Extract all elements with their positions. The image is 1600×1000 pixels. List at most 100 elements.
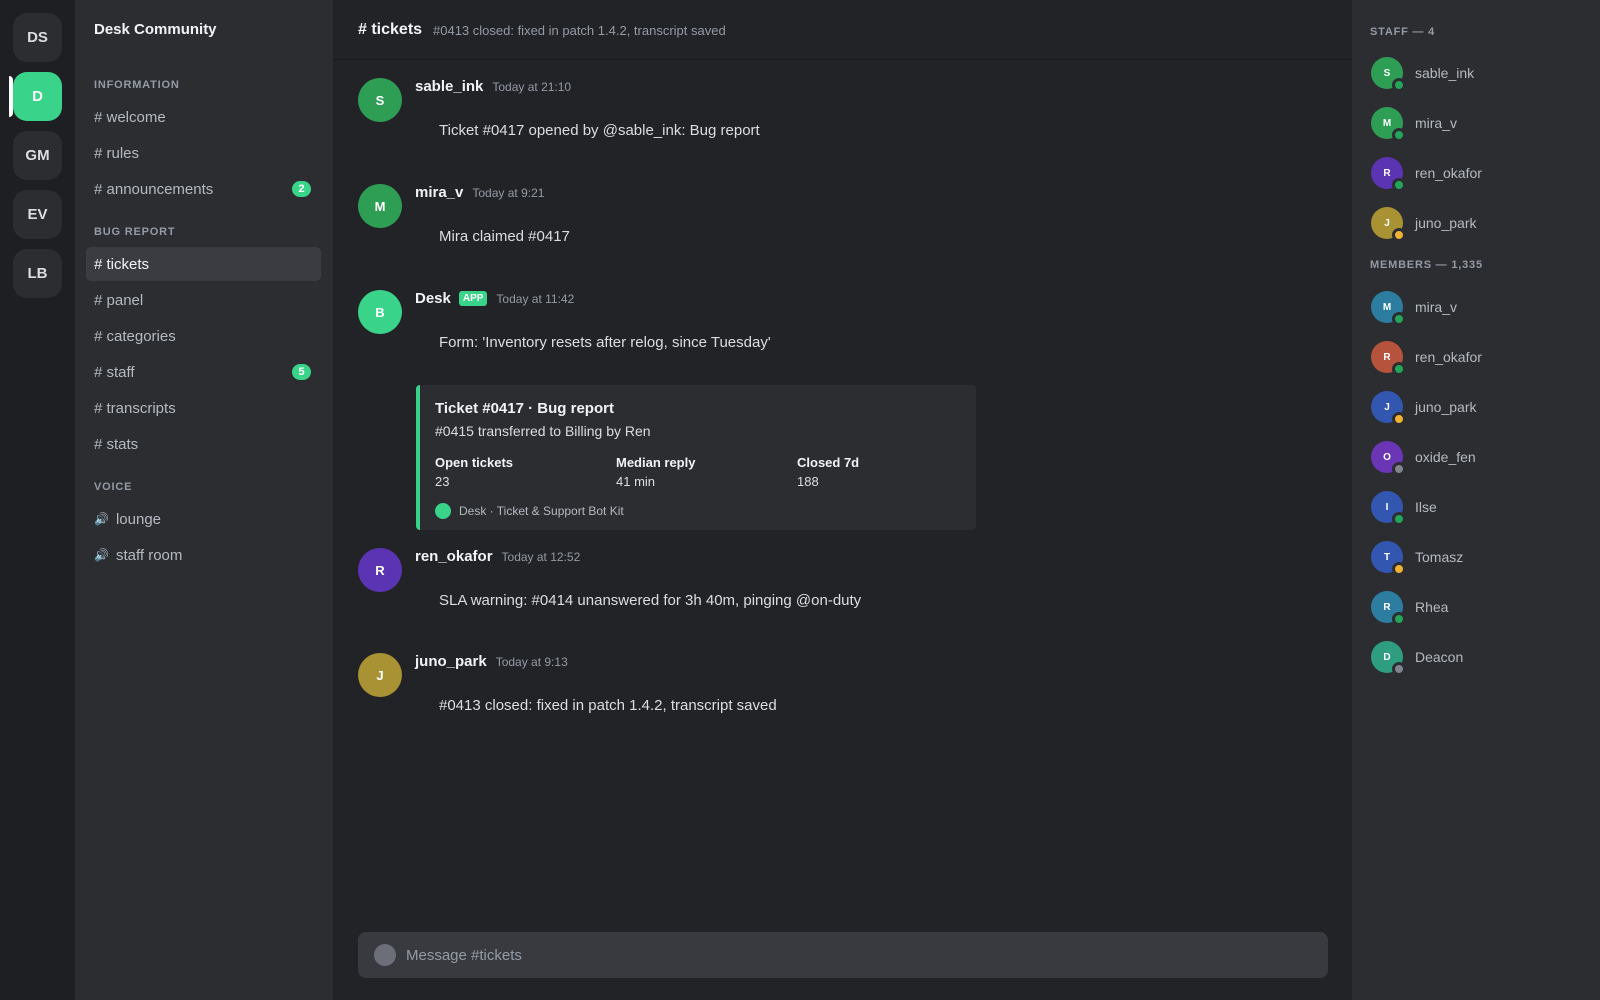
field-name: Median reply [616, 455, 696, 470]
channel-tickets[interactable]: # tickets [86, 247, 321, 281]
bot-avatar[interactable]: B [358, 290, 402, 334]
avatar[interactable]: J [358, 653, 402, 697]
member-item[interactable]: Ssable_ink [1363, 51, 1591, 95]
channel-transcripts[interactable]: # transcripts [86, 391, 321, 425]
author-name[interactable]: juno_park [415, 653, 487, 670]
member-name: mira_v [1415, 115, 1458, 131]
category-bug-report[interactable]: BUG REPORT [94, 226, 175, 238]
embed-footer: Desk · Ticket & Support Bot Kit [435, 503, 624, 519]
avatar: R [1371, 341, 1406, 376]
channel-staff[interactable]: # staff 5 [86, 355, 321, 389]
member-name: Deacon [1415, 649, 1464, 665]
avatar-initial: M [1382, 301, 1392, 313]
category-information[interactable]: INFORMATION [94, 79, 180, 91]
avatar-initial: M [1382, 117, 1392, 129]
member-item[interactable]: Ooxide_fen [1363, 435, 1591, 479]
avatar: O [1371, 441, 1406, 476]
channel-panel[interactable]: # panel [86, 283, 321, 317]
avatar[interactable]: M [358, 184, 402, 228]
avatar: I [1371, 491, 1406, 526]
plus-circle-icon[interactable] [374, 944, 396, 966]
channel-label: # tickets [94, 255, 150, 273]
channel-label: # rules [94, 144, 140, 162]
member-item[interactable]: Rren_okafor [1363, 151, 1591, 195]
server-icon-lb[interactable]: LB [13, 249, 62, 298]
member-name: ren_okafor [1415, 165, 1482, 181]
status-indicator [1392, 128, 1406, 142]
field-value: 188 [797, 474, 819, 489]
message-text: Ticket #0417 opened by @sable_ink: Bug r… [439, 122, 760, 139]
channel-label: # categories [94, 327, 176, 345]
member-name: juno_park [1415, 215, 1477, 231]
member-item[interactable]: R Rhea [1363, 585, 1591, 629]
member-name: mira_v [1415, 299, 1458, 315]
avatar: D [1371, 641, 1406, 676]
member-item[interactable]: Mmira_v [1363, 285, 1591, 329]
server-icon-gm[interactable]: GM [13, 131, 62, 180]
chat-area: # tickets #0413 closed: fixed in patch 1… [333, 0, 1352, 1000]
category-voice[interactable]: VOICE [94, 481, 132, 493]
unread-badge: 2 [292, 181, 311, 197]
message-text: Mira claimed #0417 [439, 228, 570, 245]
avatar-initial: D [1383, 651, 1391, 663]
avatar: S [1371, 57, 1406, 92]
author-name[interactable]: ren_okafor [415, 548, 493, 565]
member-item[interactable]: T Tomasz [1363, 535, 1591, 579]
server-icon-ds[interactable]: DS [13, 13, 62, 62]
server-icon-ev[interactable]: EV [13, 190, 62, 239]
avatar-initial: T [1383, 551, 1391, 563]
timestamp: Today at 11:42 [496, 292, 575, 306]
member-name: ren_okafor [1415, 349, 1482, 365]
channel-label: # announcements [94, 180, 214, 198]
server-icon-desk[interactable]: D [13, 72, 62, 121]
channel-header: # tickets #0413 closed: fixed in patch 1… [333, 0, 1352, 60]
bot-footer-icon [435, 503, 451, 519]
member-item[interactable]: I Ilse [1363, 485, 1591, 529]
author-name[interactable]: mira_v [415, 184, 463, 201]
channel-rules[interactable]: # rules [86, 136, 321, 170]
member-item[interactable]: Jjuno_park [1363, 201, 1591, 245]
server-name[interactable]: Desk Community [94, 21, 217, 38]
channel-stats[interactable]: # stats [86, 427, 321, 461]
avatar-initial: R [1383, 601, 1391, 613]
avatar[interactable]: S [358, 78, 402, 122]
channel-label: lounge [115, 510, 161, 528]
member-item[interactable]: D Deacon [1363, 635, 1591, 679]
author-name[interactable]: sable_ink [415, 78, 483, 95]
avatar-initial: I [1385, 501, 1389, 513]
member-item[interactable]: Jjuno_park [1363, 385, 1591, 429]
author-name[interactable]: Desk [415, 290, 451, 307]
embed-description: #0415 transferred to Billing by Ren [435, 423, 651, 439]
avatar: R [1371, 157, 1406, 192]
status-indicator [1392, 178, 1406, 192]
member-name: Ilse [1415, 499, 1437, 515]
member-name: juno_park [1415, 399, 1477, 415]
channel-label: # panel [94, 291, 144, 309]
channel-announcements[interactable]: # announcements 2 [86, 172, 321, 206]
avatar-initial: O [1383, 451, 1391, 463]
voice-channel-lounge[interactable]: 🔊 lounge [86, 502, 321, 536]
channel-welcome[interactable]: # welcome [86, 100, 321, 134]
channel-categories[interactable]: # categories [86, 319, 321, 353]
channel-label: staff room [115, 546, 183, 564]
message-input[interactable] [406, 932, 1306, 978]
avatar[interactable]: R [358, 548, 402, 592]
embed-field-median-reply: Median reply 41 min [616, 455, 695, 489]
footer-text: Desk · Ticket & Support Bot Kit [459, 504, 624, 518]
channel-label: # staff [94, 363, 135, 381]
avatar-initial: J [1384, 401, 1390, 413]
status-indicator [1392, 462, 1406, 476]
channel-label: # welcome [94, 108, 166, 126]
member-name: Tomasz [1415, 549, 1464, 565]
status-indicator [1392, 362, 1406, 376]
avatar-initial: S [1383, 67, 1391, 79]
status-indicator [1392, 562, 1406, 576]
voice-channel-staff-room[interactable]: 🔊 staff room [86, 538, 321, 572]
status-indicator [1392, 228, 1406, 242]
member-item[interactable]: Rren_okafor [1363, 335, 1591, 379]
channel-topic[interactable]: #0413 closed: fixed in patch 1.4.2, tran… [433, 23, 726, 38]
member-name: oxide_fen [1415, 449, 1476, 465]
member-item[interactable]: Mmira_v [1363, 101, 1591, 145]
avatar: J [1371, 207, 1406, 242]
channel-sidebar: Desk Community INFORMATION # welcome # r… [75, 0, 333, 1000]
